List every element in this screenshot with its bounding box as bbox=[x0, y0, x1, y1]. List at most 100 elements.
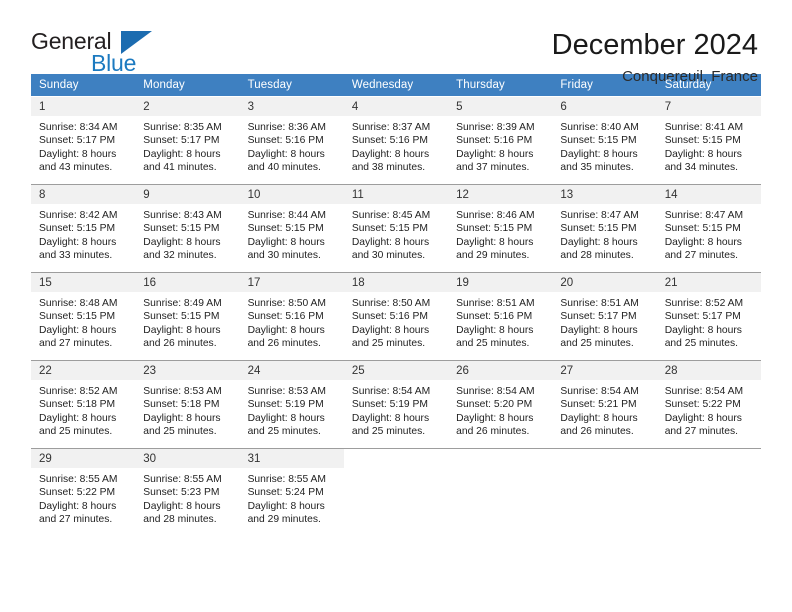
day-sunset-text: Sunset: 5:16 PM bbox=[247, 311, 324, 323]
calendar-day-cell[interactable]: 2 Sunrise: 8:35 AM Sunset: 5:17 PM Daylight… bbox=[135, 96, 240, 184]
day-daylight-text: and 27 minutes. bbox=[39, 514, 113, 526]
calendar-day-cell[interactable]: 12 Sunrise: 8:46 AM Sunset: 5:15 PM Dayligh… bbox=[448, 184, 553, 272]
day-number: 18 bbox=[343, 273, 449, 292]
calendar-day-cell[interactable]: 25 Sunrise: 8:54 AM Sunset: 5:19 PM Dayligh… bbox=[343, 360, 449, 448]
logo-text-blue: Blue bbox=[91, 50, 137, 76]
calendar-day-cell[interactable]: 20 Sunrise: 8:51 AM Sunset: 5:17 PM Dayligh… bbox=[552, 272, 657, 360]
calendar-day-cell[interactable]: 26 Sunrise: 8:54 AM Sunset: 5:20 PM Dayligh… bbox=[448, 360, 553, 448]
calendar-day-cell[interactable]: 14 Sunrise: 8:47 AM Sunset: 5:15 PM Dayligh… bbox=[656, 184, 761, 272]
calendar-day-cell[interactable]: 16 Sunrise: 8:49 AM Sunset: 5:15 PM Dayligh… bbox=[135, 272, 240, 360]
day-sunset-text: Sunset: 5:16 PM bbox=[351, 311, 428, 323]
day-cell-inner: 6 Sunrise: 8:40 AM Sunset: 5:15 PM Daylight… bbox=[552, 96, 657, 184]
calendar-day-cell[interactable]: 5 Sunrise: 8:39 AM Sunset: 5:16 PM Daylight… bbox=[448, 96, 553, 184]
day-sunrise-text: Sunrise: 8:44 AM bbox=[247, 210, 326, 221]
day-number: 17 bbox=[239, 273, 344, 292]
calendar-day-cell[interactable]: 31 Sunrise: 8:55 AM Sunset: 5:24 PM Dayligh… bbox=[239, 448, 344, 536]
day-sunrise-text: Sunrise: 8:34 AM bbox=[39, 122, 118, 133]
day-daylight-text: Daylight: 8 hours bbox=[351, 236, 430, 248]
calendar-day-cell[interactable]: 13 Sunrise: 8:47 AM Sunset: 5:15 PM Dayligh… bbox=[552, 184, 657, 272]
calendar-day-cell[interactable]: 24 Sunrise: 8:53 AM Sunset: 5:19 PM Dayligh… bbox=[239, 360, 344, 448]
day-sunrise-text: Sunrise: 8:54 AM bbox=[456, 386, 535, 397]
day-cell-inner: 10 Sunrise: 8:44 AM Sunset: 5:15 PM Dayligh… bbox=[239, 184, 344, 272]
day-details: Sunrise: 8:43 AM Sunset: 5:15 PM Daylight:… bbox=[135, 204, 239, 263]
calendar-day-cell[interactable]: 10 Sunrise: 8:44 AM Sunset: 5:15 PM Dayligh… bbox=[239, 184, 344, 272]
day-daylight-text: and 27 minutes. bbox=[664, 426, 738, 438]
day-daylight-text: and 30 minutes. bbox=[351, 250, 426, 262]
calendar-day-cell[interactable]: 6 Sunrise: 8:40 AM Sunset: 5:15 PM Daylight… bbox=[552, 96, 657, 184]
day-number: 25 bbox=[343, 361, 449, 380]
day-daylight-text: Daylight: 8 hours bbox=[143, 148, 221, 160]
day-cell-inner: 2 Sunrise: 8:35 AM Sunset: 5:17 PM Daylight… bbox=[135, 96, 240, 184]
day-daylight-text: and 41 minutes. bbox=[143, 162, 217, 174]
calendar-day-cell bbox=[343, 448, 449, 536]
calendar-day-cell[interactable]: 28 Sunrise: 8:54 AM Sunset: 5:22 PM Dayligh… bbox=[656, 360, 761, 448]
day-daylight-text: and 25 minutes. bbox=[456, 338, 530, 350]
day-number: 31 bbox=[239, 449, 344, 468]
day-sunset-text: Sunset: 5:19 PM bbox=[351, 399, 428, 411]
calendar-day-cell[interactable]: 8 Sunrise: 8:42 AM Sunset: 5:15 PM Daylight… bbox=[31, 184, 136, 272]
day-sunset-text: Sunset: 5:15 PM bbox=[39, 223, 116, 235]
day-cell-inner: 28 Sunrise: 8:54 AM Sunset: 5:22 PM Dayligh… bbox=[656, 360, 761, 448]
calendar-day-cell[interactable]: 19 Sunrise: 8:51 AM Sunset: 5:16 PM Dayligh… bbox=[448, 272, 553, 360]
day-cell-inner: 18 Sunrise: 8:50 AM Sunset: 5:16 PM Dayligh… bbox=[343, 272, 449, 360]
calendar-table: Sunday Monday Tuesday Wednesday Thursday… bbox=[31, 74, 761, 536]
day-details: Sunrise: 8:55 AM Sunset: 5:22 PM Daylight:… bbox=[31, 468, 135, 527]
day-details: Sunrise: 8:52 AM Sunset: 5:18 PM Daylight:… bbox=[31, 380, 135, 439]
day-details bbox=[552, 468, 656, 473]
day-daylight-text: and 25 minutes. bbox=[664, 338, 738, 350]
day-sunrise-text: Sunrise: 8:50 AM bbox=[247, 298, 326, 309]
day-number bbox=[448, 449, 553, 468]
day-number: 29 bbox=[31, 449, 136, 468]
calendar-day-cell[interactable]: 9 Sunrise: 8:43 AM Sunset: 5:15 PM Daylight… bbox=[135, 184, 240, 272]
calendar-day-cell[interactable]: 15 Sunrise: 8:48 AM Sunset: 5:15 PM Dayligh… bbox=[31, 272, 136, 360]
calendar-day-cell[interactable]: 4 Sunrise: 8:37 AM Sunset: 5:16 PM Daylight… bbox=[343, 96, 449, 184]
calendar-day-cell[interactable]: 7 Sunrise: 8:41 AM Sunset: 5:15 PM Daylight… bbox=[656, 96, 761, 184]
calendar-day-cell[interactable]: 3 Sunrise: 8:36 AM Sunset: 5:16 PM Daylight… bbox=[239, 96, 344, 184]
day-daylight-text: and 40 minutes. bbox=[247, 162, 321, 174]
calendar-day-cell[interactable]: 21 Sunrise: 8:52 AM Sunset: 5:17 PM Dayligh… bbox=[656, 272, 761, 360]
calendar-day-cell[interactable]: 17 Sunrise: 8:50 AM Sunset: 5:16 PM Dayligh… bbox=[239, 272, 344, 360]
day-daylight-text: and 28 minutes. bbox=[143, 514, 217, 526]
day-details: Sunrise: 8:48 AM Sunset: 5:15 PM Daylight:… bbox=[31, 292, 135, 351]
calendar-day-cell[interactable]: 22 Sunrise: 8:52 AM Sunset: 5:18 PM Dayligh… bbox=[31, 360, 136, 448]
day-daylight-text: Daylight: 8 hours bbox=[560, 236, 638, 248]
calendar-day-cell[interactable]: 23 Sunrise: 8:53 AM Sunset: 5:18 PM Dayligh… bbox=[135, 360, 240, 448]
day-cell-inner: 24 Sunrise: 8:53 AM Sunset: 5:19 PM Dayligh… bbox=[239, 360, 344, 448]
calendar-day-cell[interactable]: 30 Sunrise: 8:55 AM Sunset: 5:23 PM Dayligh… bbox=[135, 448, 240, 536]
calendar-day-cell[interactable]: 29 Sunrise: 8:55 AM Sunset: 5:22 PM Dayligh… bbox=[31, 448, 136, 536]
day-daylight-text: Daylight: 8 hours bbox=[247, 236, 325, 248]
day-cell-inner: 27 Sunrise: 8:54 AM Sunset: 5:21 PM Dayligh… bbox=[552, 360, 657, 448]
day-sunrise-text: Sunrise: 8:51 AM bbox=[560, 298, 639, 309]
day-sunset-text: Sunset: 5:16 PM bbox=[456, 311, 533, 323]
day-number bbox=[343, 449, 449, 468]
day-cell-inner bbox=[448, 448, 553, 536]
day-daylight-text: Daylight: 8 hours bbox=[247, 148, 325, 160]
day-cell-inner: 16 Sunrise: 8:49 AM Sunset: 5:15 PM Dayligh… bbox=[135, 272, 240, 360]
day-details: Sunrise: 8:52 AM Sunset: 5:17 PM Daylight:… bbox=[657, 292, 761, 351]
day-sunset-text: Sunset: 5:15 PM bbox=[456, 223, 533, 235]
day-daylight-text: and 32 minutes. bbox=[143, 250, 217, 262]
day-details: Sunrise: 8:47 AM Sunset: 5:15 PM Daylight:… bbox=[552, 204, 656, 263]
day-sunset-text: Sunset: 5:22 PM bbox=[39, 487, 116, 499]
calendar-day-cell[interactable]: 27 Sunrise: 8:54 AM Sunset: 5:21 PM Dayligh… bbox=[552, 360, 657, 448]
calendar-day-cell[interactable]: 18 Sunrise: 8:50 AM Sunset: 5:16 PM Dayligh… bbox=[343, 272, 449, 360]
day-details: Sunrise: 8:47 AM Sunset: 5:15 PM Daylight:… bbox=[657, 204, 761, 263]
day-daylight-text: Daylight: 8 hours bbox=[39, 324, 117, 336]
day-number: 14 bbox=[656, 185, 761, 204]
calendar-day-cell[interactable]: 11 Sunrise: 8:45 AM Sunset: 5:15 PM Dayligh… bbox=[343, 184, 449, 272]
day-cell-inner: 4 Sunrise: 8:37 AM Sunset: 5:16 PM Daylight… bbox=[343, 96, 449, 184]
day-daylight-text: and 28 minutes. bbox=[560, 250, 634, 262]
day-daylight-text: and 25 minutes. bbox=[247, 426, 321, 438]
general-blue-logo[interactable]: General Blue bbox=[31, 28, 152, 78]
day-details bbox=[448, 468, 552, 473]
calendar-day-cell bbox=[552, 448, 657, 536]
day-daylight-text: and 37 minutes. bbox=[456, 162, 530, 174]
day-daylight-text: Daylight: 8 hours bbox=[664, 324, 742, 336]
day-daylight-text: and 27 minutes. bbox=[39, 338, 113, 350]
day-cell-inner: 14 Sunrise: 8:47 AM Sunset: 5:15 PM Dayligh… bbox=[656, 184, 761, 272]
day-cell-inner: 9 Sunrise: 8:43 AM Sunset: 5:15 PM Daylight… bbox=[135, 184, 240, 272]
day-daylight-text: and 34 minutes. bbox=[664, 162, 738, 174]
calendar-day-cell[interactable]: 1 Sunrise: 8:34 AM Sunset: 5:17 PM Daylight… bbox=[31, 96, 136, 184]
day-daylight-text: and 25 minutes. bbox=[351, 338, 426, 350]
weekday-header-wednesday: Wednesday bbox=[343, 74, 449, 96]
